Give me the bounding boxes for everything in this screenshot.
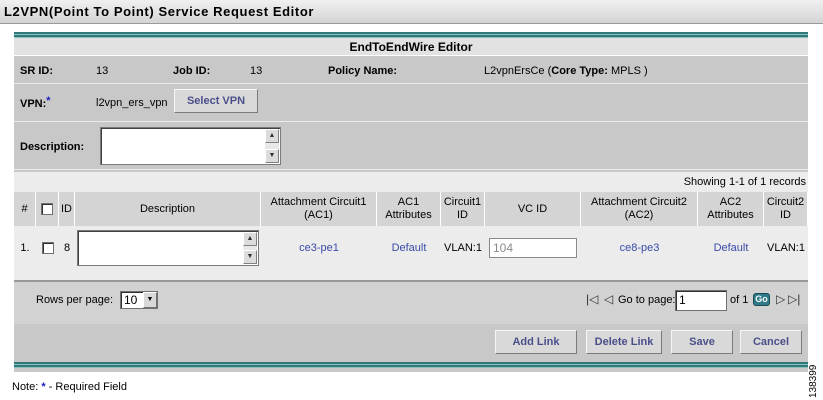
first-page-icon[interactable]: |◁ bbox=[586, 292, 598, 306]
description-input[interactable]: ▲ ▼ bbox=[100, 127, 281, 165]
editor-panel: EndToEndWire Editor SR ID: 13 Job ID: 13… bbox=[14, 32, 808, 372]
description-scrollbar[interactable]: ▲ ▼ bbox=[265, 129, 279, 163]
select-all-checkbox[interactable] bbox=[41, 203, 53, 215]
col-header-circuit1-id: Circuit1 ID bbox=[441, 192, 485, 226]
description-row: Description: ▲ ▼ bbox=[14, 124, 808, 170]
row-ac2-attributes-link[interactable]: Default bbox=[698, 228, 764, 268]
page-title: L2VPN(Point To Point) Service Request Ed… bbox=[0, 0, 823, 24]
description-label: Description: bbox=[20, 141, 85, 153]
go-button[interactable]: Go bbox=[753, 293, 770, 306]
rows-per-page-value: 10 bbox=[124, 293, 138, 307]
record-count: Showing 1-1 of 1 records bbox=[683, 176, 806, 188]
core-type-label: Core Type: bbox=[551, 65, 608, 77]
row-num: 1. bbox=[20, 242, 30, 254]
row-select bbox=[36, 228, 59, 268]
cancel-button[interactable]: Cancel bbox=[740, 330, 802, 354]
info-row: SR ID: 13 Job ID: 13 Policy Name: L2vpnE… bbox=[14, 58, 808, 84]
col-header-vc-id: VC ID bbox=[485, 192, 581, 226]
required-field-note: Note: * - Required Field bbox=[12, 381, 127, 393]
vpn-label-text: VPN: bbox=[20, 98, 47, 110]
col-header-circuit2-id: Circuit2 ID bbox=[764, 192, 808, 226]
add-link-button[interactable]: Add Link bbox=[495, 330, 577, 354]
job-id-value: 13 bbox=[250, 65, 263, 77]
page-number-input[interactable]: 1 bbox=[675, 290, 727, 311]
col-header-select bbox=[36, 192, 59, 226]
editor-title: EndToEndWire Editor bbox=[14, 38, 808, 56]
rows-per-page-label: Rows per page: bbox=[36, 294, 114, 306]
col-header-ac1-attributes: AC1 Attributes bbox=[377, 192, 441, 226]
bottom-divider bbox=[14, 362, 808, 368]
select-vpn-button[interactable]: Select VPN bbox=[174, 89, 258, 113]
scroll-down-icon[interactable]: ▼ bbox=[243, 250, 257, 264]
row-description-input[interactable]: ▲ ▼ bbox=[77, 230, 259, 266]
row-ac1-link[interactable]: ce3-pe1 bbox=[261, 228, 377, 268]
policy-name-text: L2vpnErsCe ( bbox=[484, 65, 552, 77]
figure-id: 138399 bbox=[808, 364, 819, 398]
row-circuit2-id: VLAN:1 bbox=[767, 242, 805, 254]
policy-name-label: Policy Name: bbox=[328, 65, 398, 77]
col-header-id: ID bbox=[59, 192, 75, 226]
row-checkbox[interactable] bbox=[41, 242, 54, 254]
vpn-value: l2vpn_ers_vpn bbox=[96, 97, 168, 109]
required-mark: * bbox=[46, 95, 51, 107]
action-bar: Add Link Delete Link Save Cancel bbox=[14, 324, 808, 360]
required-mark: * bbox=[41, 381, 46, 393]
col-header-ac1: Attachment Circuit1 (AC1) bbox=[261, 192, 377, 226]
job-id-label: Job ID: bbox=[173, 65, 211, 77]
pagination-bar: Rows per page: 10 ▼ |◁ ◁ Go to page: 1 o… bbox=[14, 280, 808, 324]
row-description-scrollbar[interactable]: ▲ ▼ bbox=[243, 232, 257, 264]
last-page-icon[interactable]: ▷| bbox=[788, 292, 800, 306]
col-header-ac2-attributes: AC2 Attributes bbox=[698, 192, 764, 226]
chevron-down-icon[interactable]: ▼ bbox=[143, 292, 157, 308]
vpn-label: VPN:* bbox=[20, 95, 51, 110]
previous-page-icon[interactable]: ◁ bbox=[604, 292, 613, 306]
row-description-cell: ▲ ▼ bbox=[75, 228, 261, 268]
row-vc-id-cell: 104 bbox=[485, 228, 581, 268]
core-type-value: MPLS ) bbox=[610, 65, 648, 77]
row-ac2-link[interactable]: ce8-pe3 bbox=[581, 228, 698, 268]
page-total: of 1 bbox=[730, 294, 749, 306]
row-ac1-attributes-link[interactable]: Default bbox=[377, 228, 441, 268]
vpn-row: VPN:* l2vpn_ers_vpn Select VPN bbox=[14, 86, 808, 122]
delete-link-button[interactable]: Delete Link bbox=[586, 330, 662, 354]
sr-id-label: SR ID: bbox=[20, 65, 53, 77]
col-header-ac2: Attachment Circuit2 (AC2) bbox=[581, 192, 698, 226]
col-header-num: # bbox=[14, 192, 36, 226]
scroll-up-icon[interactable]: ▲ bbox=[243, 232, 257, 246]
vc-id-input[interactable]: 104 bbox=[489, 238, 577, 258]
col-header-description: Description bbox=[75, 192, 261, 226]
go-to-page-label: Go to page: bbox=[618, 294, 676, 306]
row-id: 8 bbox=[63, 242, 71, 254]
note-prefix: Note: bbox=[12, 381, 39, 393]
save-button[interactable]: Save bbox=[671, 330, 733, 354]
note-text: - Required Field bbox=[48, 381, 127, 393]
scroll-up-icon[interactable]: ▲ bbox=[265, 129, 279, 143]
scroll-down-icon[interactable]: ▼ bbox=[265, 149, 279, 163]
next-page-icon[interactable]: ▷ bbox=[776, 292, 785, 306]
sr-id-value: 13 bbox=[96, 65, 109, 77]
policy-name-value: L2vpnErsCe (Core Type: MPLS ) bbox=[484, 65, 648, 77]
row-circuit1-id: VLAN:1 bbox=[444, 242, 482, 254]
rows-per-page-select[interactable]: 10 ▼ bbox=[120, 291, 158, 309]
